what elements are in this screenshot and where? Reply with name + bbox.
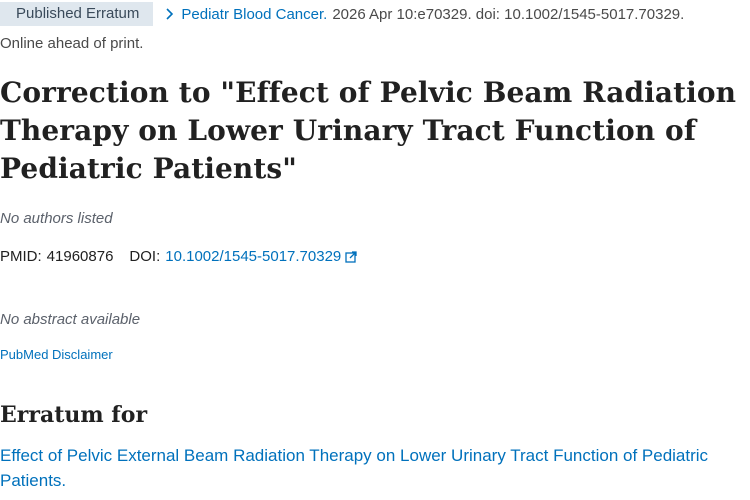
journal-link[interactable]: Pediatr Blood Cancer. <box>181 6 327 23</box>
page-title: Correction to "Effect of Pelvic Beam Rad… <box>0 76 737 185</box>
authors-list: No authors listed <box>0 210 113 227</box>
chevron-right-icon <box>166 8 174 20</box>
external-link-icon[interactable] <box>345 250 357 263</box>
article-identifiers: PMID: 41960876 DOI: 10.1002/1545-5017.70… <box>0 248 357 265</box>
publication-type-badge: Published Erratum <box>0 2 154 26</box>
citation-details: 2026 Apr 10:e70329. doi: 10.1002/1545-50… <box>332 5 685 23</box>
pubmed-disclaimer-link[interactable]: PubMed Disclaimer <box>0 347 113 362</box>
abstract-note: No abstract available <box>0 311 141 328</box>
article-page: Published Erratum Pediatr Blood Cancer. … <box>0 0 750 500</box>
ahead-of-print-note: Online ahead of print. <box>0 35 144 52</box>
pmid-value: 41960876 <box>46 248 114 265</box>
doi-label: DOI: <box>129 248 161 265</box>
doi-link[interactable]: 10.1002/1545-5017.70329 <box>165 248 341 265</box>
pmid-label: PMID: <box>0 248 42 265</box>
erratum-article-link[interactable]: Effect of Pelvic External Beam Radiation… <box>0 443 740 493</box>
erratum-heading: Erratum for <box>0 402 148 428</box>
citation-row: Published Erratum Pediatr Blood Cancer. … <box>0 2 684 26</box>
